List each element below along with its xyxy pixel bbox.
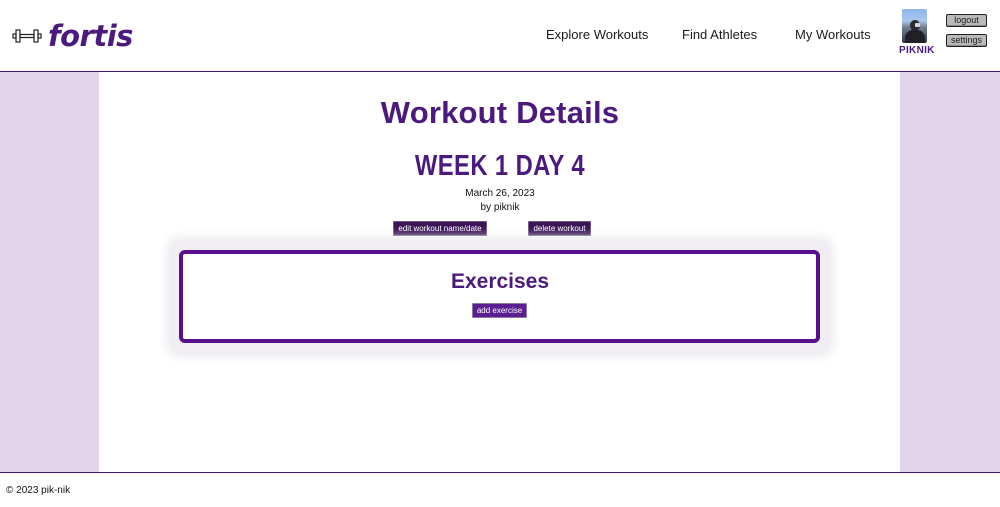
dumbbell-icon: [12, 29, 42, 43]
workout-name: WEEK 1 DAY 4: [414, 150, 586, 182]
workout-date: March 26, 2023: [465, 188, 535, 199]
nav-my-workouts[interactable]: My Workouts: [795, 26, 871, 44]
exercises-title: Exercises: [450, 270, 550, 293]
brand-logo-link[interactable]: fortis: [12, 18, 133, 54]
footer-copyright: © 2023 pik-nik: [6, 485, 71, 496]
settings-button[interactable]: settings: [946, 34, 987, 47]
profile-link[interactable]: PIKNIK: [899, 9, 934, 56]
logout-button[interactable]: logout: [946, 14, 987, 27]
site-header: fortis Explore Workouts Find Athletes My…: [0, 0, 1000, 72]
nav-explore-workouts[interactable]: Explore Workouts: [546, 26, 648, 44]
brand-name: fortis: [48, 19, 133, 53]
profile-username[interactable]: PIKNIK: [899, 45, 934, 56]
nav-find-athletes[interactable]: Find Athletes: [682, 26, 757, 44]
delete-workout-button[interactable]: delete workout: [528, 221, 591, 236]
add-exercise-button[interactable]: add exercise: [472, 303, 527, 318]
page-title: Workout Details: [380, 95, 620, 130]
exercises-card: [179, 250, 820, 343]
workout-author: by piknik: [480, 202, 520, 213]
avatar[interactable]: [901, 9, 927, 43]
avatar-body-shape: [904, 30, 925, 43]
edit-workout-button[interactable]: edit workout name/date: [393, 221, 487, 236]
footer-divider: [0, 472, 1000, 473]
avatar-glint-shape: [914, 23, 920, 27]
